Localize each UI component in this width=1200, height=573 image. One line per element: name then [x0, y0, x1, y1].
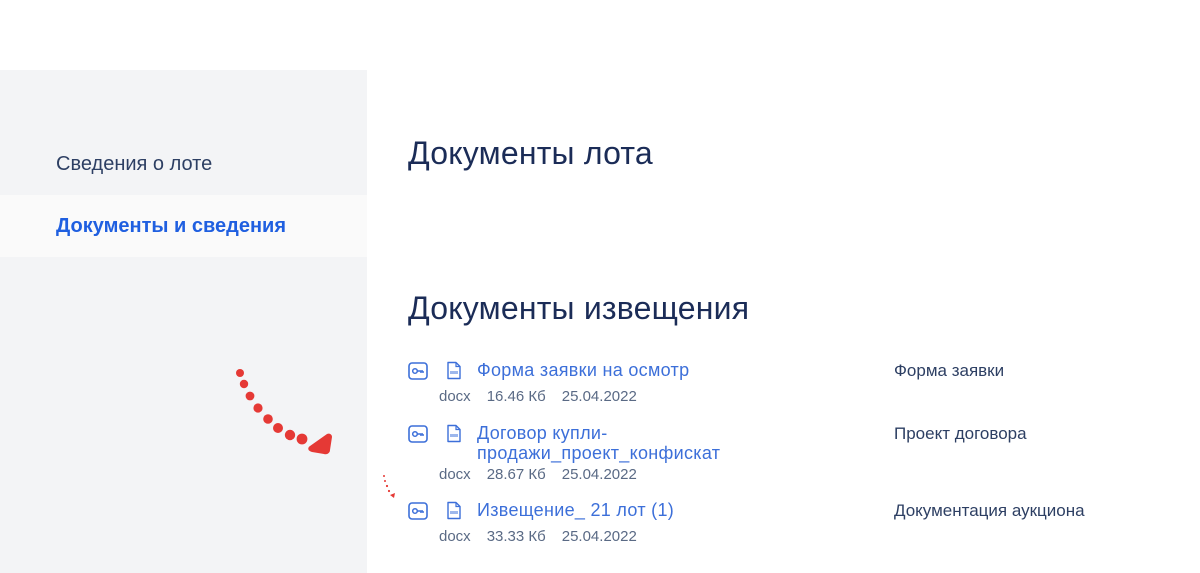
- sidebar-item-label: Документы и сведения: [56, 214, 286, 237]
- key-icon[interactable]: [408, 502, 428, 520]
- key-icon[interactable]: [408, 362, 428, 380]
- document-ext: docx: [439, 388, 471, 405]
- arrow-annotation-small-icon: [383, 475, 395, 498]
- document-meta: docx 28.67 Кб 25.04.2022: [439, 466, 653, 483]
- sidebar-item-lot-info[interactable]: Сведения о лоте: [0, 133, 367, 195]
- sidebar: Сведения о лоте Документы и сведения: [0, 70, 367, 573]
- file-icon: [447, 501, 461, 520]
- document-size: 16.46 Кб: [486, 388, 546, 405]
- document-link[interactable]: Форма заявки на осмотр: [477, 360, 777, 380]
- document-date: 25.04.2022: [561, 388, 637, 405]
- document-date: 25.04.2022: [561, 528, 637, 545]
- document-meta: docx 33.33 Кб 25.04.2022: [439, 528, 653, 545]
- page: Сведения о лоте Документы и сведения Док…: [0, 0, 1200, 573]
- notice-documents-title: Документы извещения: [408, 290, 750, 326]
- document-ext: docx: [439, 528, 471, 545]
- document-category: Документация аукциона: [894, 501, 1085, 520]
- sidebar-item-documents[interactable]: Документы и сведения: [0, 195, 367, 257]
- document-size: 33.33 Кб: [486, 528, 546, 545]
- document-ext: docx: [439, 466, 471, 483]
- lot-documents-title: Документы лота: [408, 135, 653, 171]
- document-category: Проект договора: [894, 424, 1027, 443]
- sidebar-item-label: Сведения о лоте: [56, 152, 213, 175]
- key-icon[interactable]: [408, 425, 428, 443]
- document-size: 28.67 Кб: [486, 466, 546, 483]
- file-icon: [447, 424, 461, 443]
- arrow-annotation-icon: [236, 369, 332, 455]
- document-category: Форма заявки: [894, 361, 1005, 380]
- document-date: 25.04.2022: [561, 466, 637, 483]
- document-meta: docx 16.46 Кб 25.04.2022: [439, 388, 653, 405]
- document-link[interactable]: Извещение_ 21 лот (1): [477, 500, 777, 520]
- document-link[interactable]: Договор купли-продажи_проект_конфискат: [477, 423, 777, 463]
- file-icon: [447, 361, 461, 380]
